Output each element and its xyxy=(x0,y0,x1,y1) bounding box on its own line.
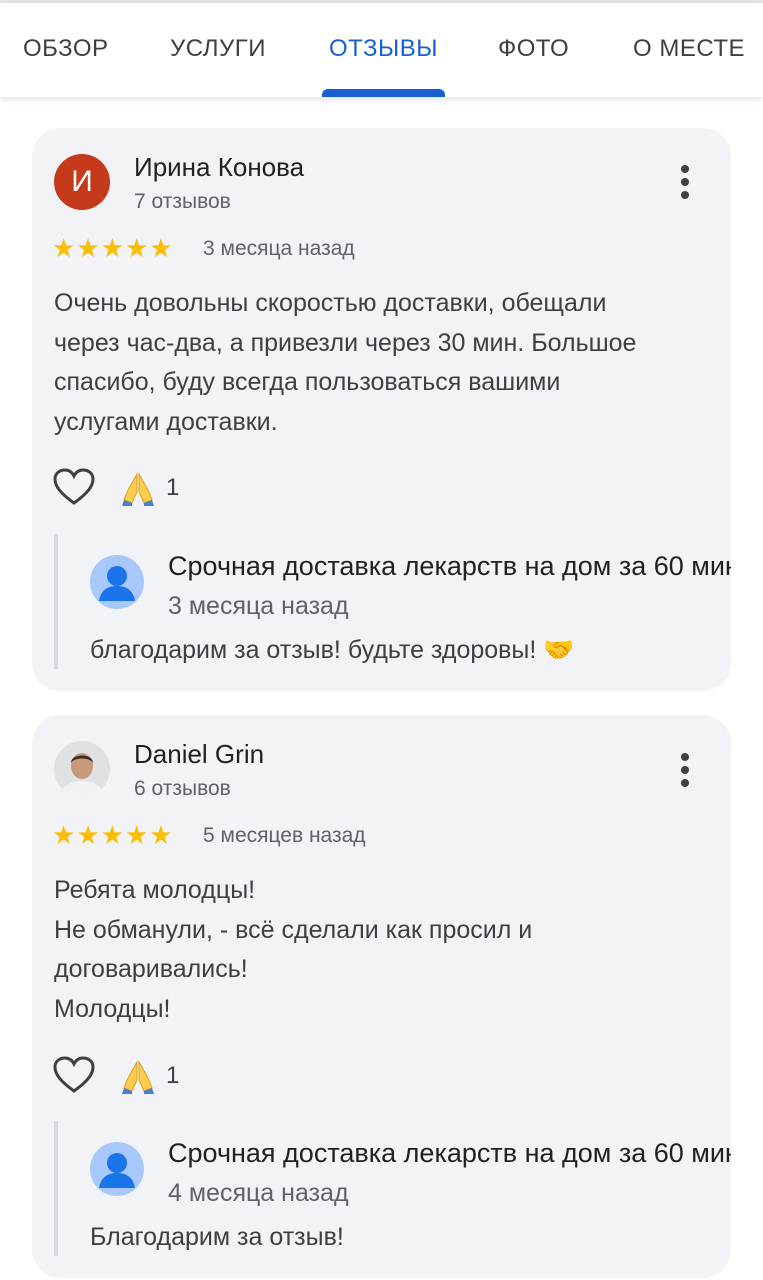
person-icon xyxy=(99,1153,135,1188)
star-rating: ★★★★★ xyxy=(52,234,174,262)
star-icon: ★ xyxy=(100,233,124,263)
review-author[interactable]: Ирина Конова xyxy=(134,152,304,183)
reaction-count: 1 xyxy=(166,474,180,501)
review-card: И Ирина Конова 7 отзывов ★★★★★ 3 месяца … xyxy=(32,128,731,691)
owner-reply-text: благодарим за отзыв! будьте здоровы! 🤝 xyxy=(90,636,575,664)
avatar[interactable]: И xyxy=(54,154,110,210)
review-card: Daniel Grin 6 отзывов ★★★★★ 5 месяцев на… xyxy=(32,715,731,1278)
star-icon: ★ xyxy=(76,820,100,850)
owner-name: Срочная доставка лекарств на дом за 60 м… xyxy=(168,551,731,581)
reply-divider xyxy=(54,1121,58,1256)
star-icon: ★ xyxy=(124,820,149,850)
review-text: Ребята молодцы! Не обманули, - всё сдела… xyxy=(54,876,533,1023)
reaction-count: 1 xyxy=(166,1062,180,1089)
reply-divider xyxy=(54,534,58,669)
person-icon xyxy=(99,566,135,601)
author-reviews-count: 7 отзывов xyxy=(134,190,231,213)
more-options-icon[interactable] xyxy=(668,749,702,789)
review-time: 5 месяцев назад xyxy=(203,824,366,847)
star-rating: ★★★★★ xyxy=(52,821,174,849)
owner-reply-text: Благодарим за отзыв! xyxy=(90,1223,344,1251)
owner-avatar xyxy=(90,555,144,609)
star-icon: ★ xyxy=(52,233,76,263)
heart-icon[interactable] xyxy=(52,467,96,507)
tab-services[interactable]: УСЛУГИ xyxy=(170,35,266,63)
star-icon: ★ xyxy=(76,233,100,263)
tab-overview[interactable]: ОБЗОР xyxy=(23,35,109,63)
tab-bar: ОБЗОР УСЛУГИ ОТЗЫВЫ ФОТО О МЕСТЕ xyxy=(0,3,763,97)
review-text: Очень довольны скоростью доставки, обеща… xyxy=(54,289,637,436)
more-options-icon[interactable] xyxy=(668,161,702,201)
star-icon: ★ xyxy=(124,233,149,263)
star-icon: ★ xyxy=(149,233,173,263)
owner-reply-time: 3 месяца назад xyxy=(168,592,349,620)
review-author[interactable]: Daniel Grin xyxy=(134,739,264,770)
tab-photos[interactable]: ФОТО xyxy=(498,35,569,63)
review-time: 3 месяца назад xyxy=(203,237,355,260)
folded-hands-icon xyxy=(122,1060,154,1094)
active-tab-indicator xyxy=(322,89,445,97)
user-photo xyxy=(54,741,110,797)
star-icon: ★ xyxy=(149,820,173,850)
folded-hands-icon xyxy=(122,472,154,506)
author-reviews-count: 6 отзывов xyxy=(134,777,231,800)
tab-reviews[interactable]: ОТЗЫВЫ xyxy=(329,35,438,63)
reaction-button[interactable]: 1 xyxy=(118,468,179,508)
avatar[interactable] xyxy=(54,741,110,797)
tab-about[interactable]: О МЕСТЕ xyxy=(633,35,745,63)
heart-icon[interactable] xyxy=(52,1055,96,1095)
star-icon: ★ xyxy=(100,820,124,850)
reaction-button[interactable]: 1 xyxy=(118,1056,179,1096)
owner-avatar xyxy=(90,1142,144,1196)
owner-reply-time: 4 месяца назад xyxy=(168,1179,349,1207)
star-icon: ★ xyxy=(52,820,76,850)
owner-name: Срочная доставка лекарств на дом за 60 м… xyxy=(168,1138,731,1168)
